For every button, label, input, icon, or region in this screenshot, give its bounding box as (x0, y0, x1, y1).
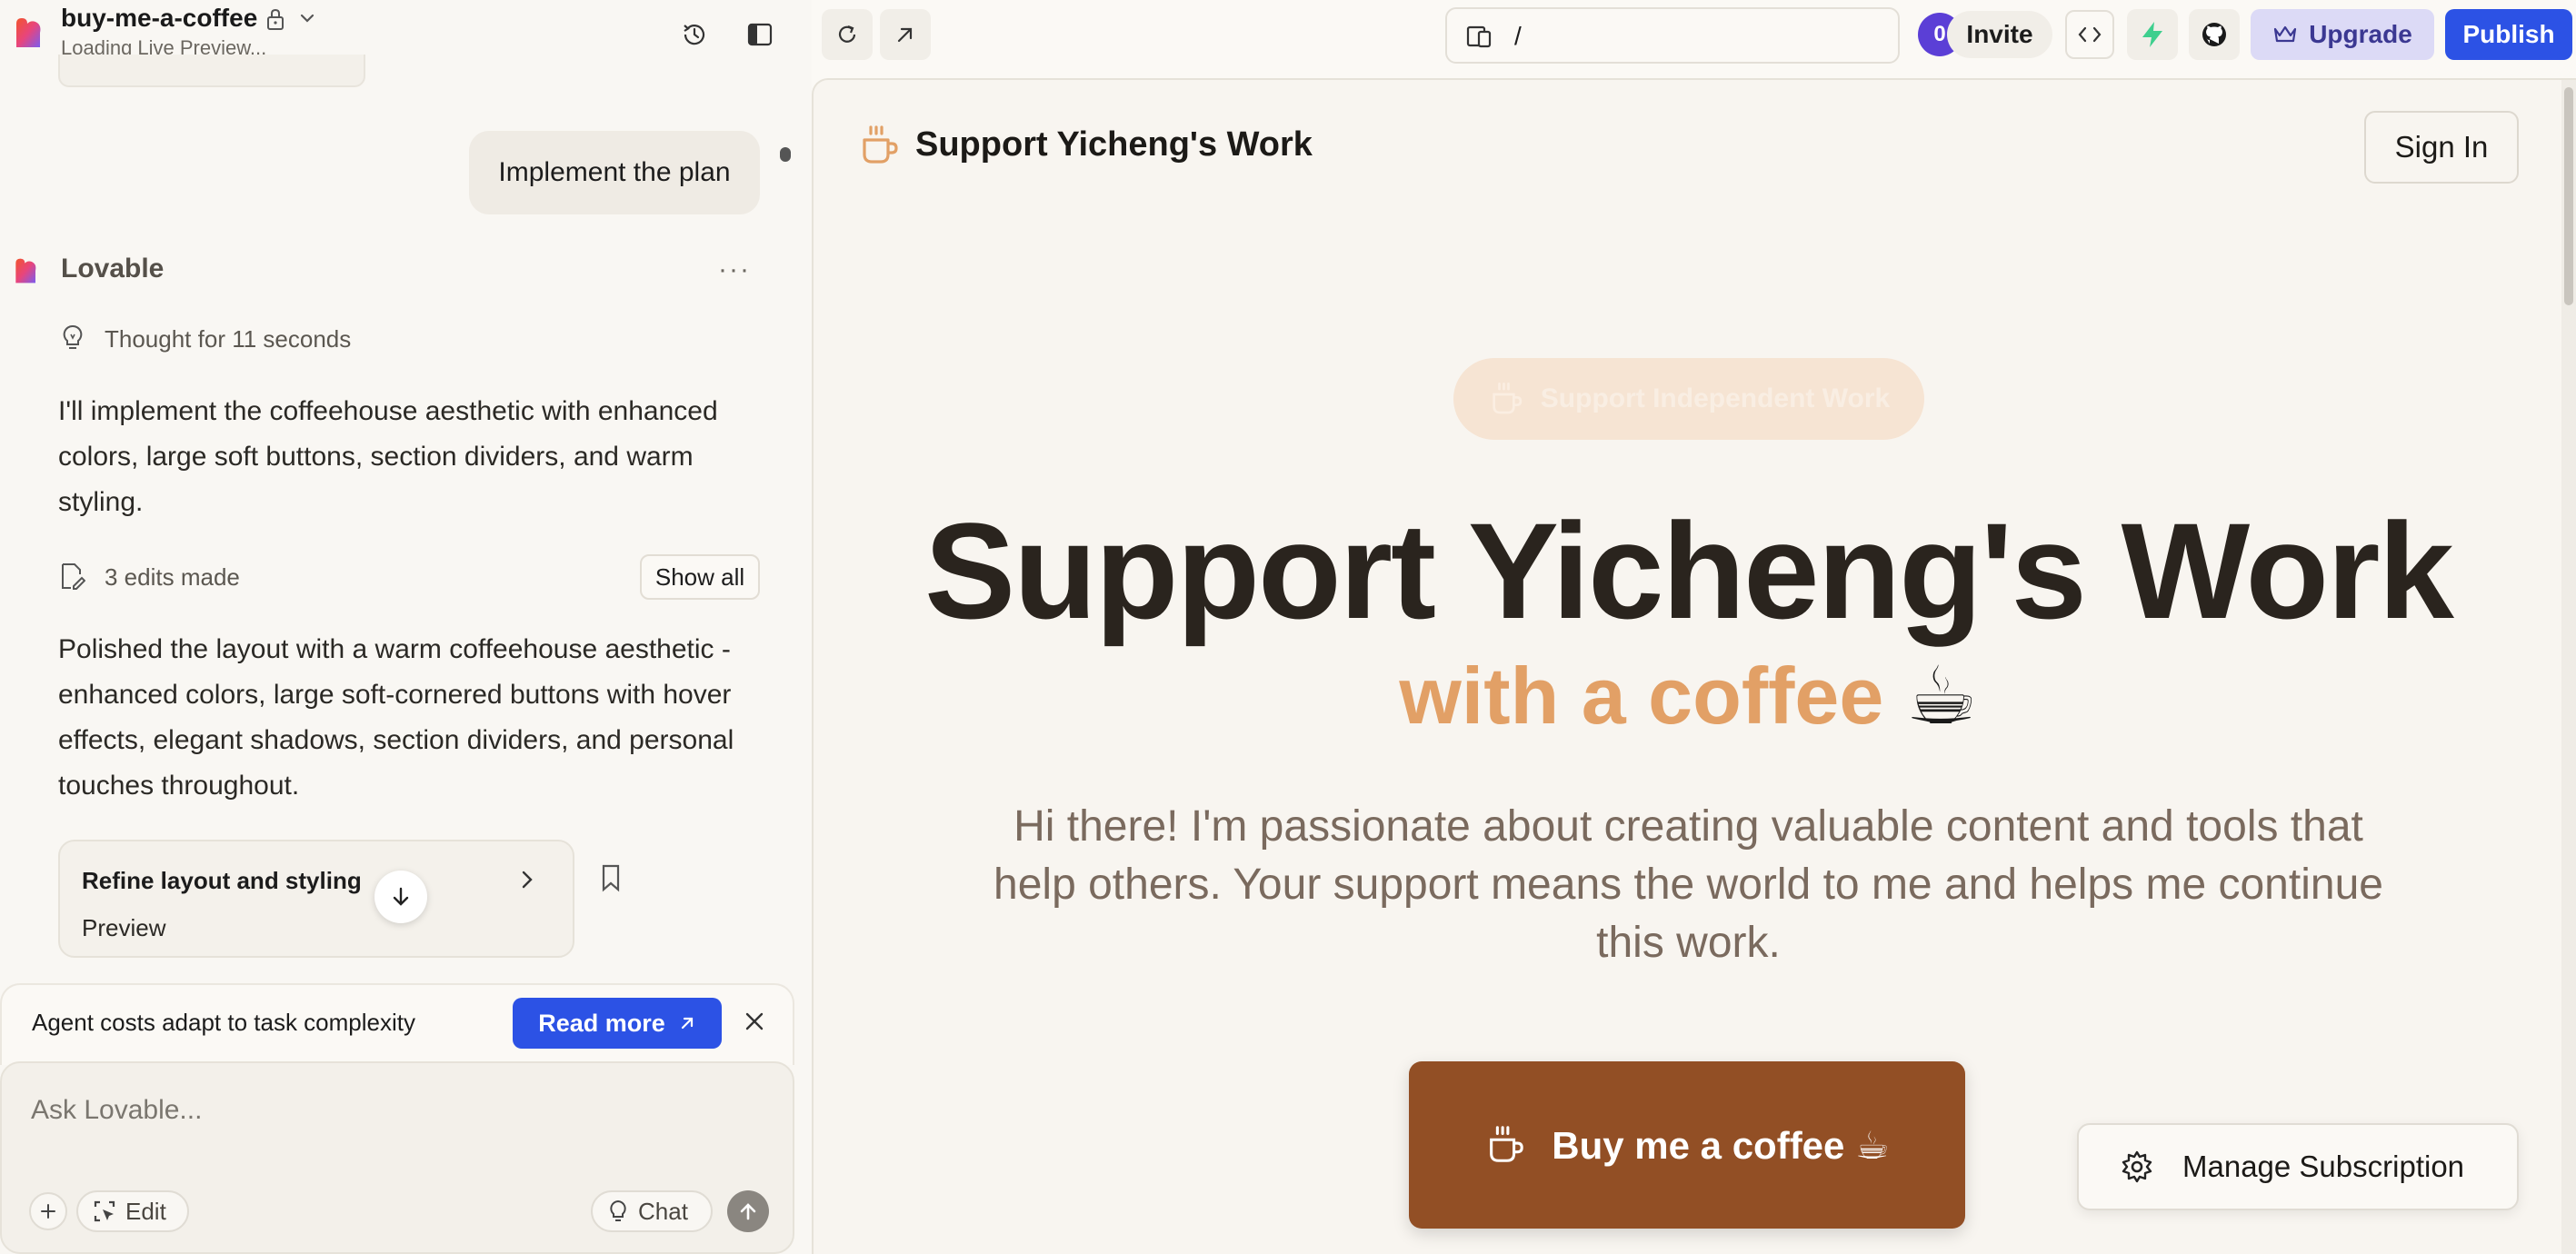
live-preview: Support Yicheng's Work Sign In Support I… (812, 78, 2576, 1254)
buy-coffee-button[interactable]: Buy me a coffee ☕ (1409, 1061, 1965, 1229)
read-more-button[interactable]: Read more (513, 998, 722, 1049)
chat-input[interactable] (31, 1090, 758, 1130)
external-link-icon (897, 27, 913, 43)
select-edit-icon (94, 1200, 115, 1222)
upgrade-label: Upgrade (2309, 20, 2412, 48)
send-button[interactable] (727, 1190, 769, 1232)
device-toggle-icon[interactable] (1465, 24, 1493, 49)
github-icon (2202, 23, 2226, 46)
lightbulb-icon (610, 1199, 626, 1221)
version-card-subtitle: Preview (82, 914, 166, 941)
hero-subtitle-text: with a coffee (1399, 651, 1884, 741)
invite-button[interactable]: Invite (1947, 11, 2052, 58)
manage-subscription-button[interactable]: Manage Subscription (2077, 1123, 2519, 1210)
site-title[interactable]: Support Yicheng's Work (915, 125, 1313, 164)
chat-label: Chat (638, 1197, 688, 1225)
chevron-down-icon[interactable] (296, 7, 318, 29)
coffee-emoji: ☕ (1905, 651, 1978, 741)
version-card-title: Refine layout and styling (82, 867, 362, 894)
scroll-to-bottom-button[interactable] (374, 871, 427, 923)
support-badge: Support Independent Work (1453, 358, 1924, 440)
publish-button[interactable]: Publish (2445, 9, 2572, 60)
preview-scroll-thumb[interactable] (2564, 87, 2573, 305)
version-card[interactable]: Refine layout and styling Preview (58, 840, 574, 958)
project-name[interactable]: buy-me-a-coffee (61, 4, 257, 33)
close-icon[interactable] (742, 1009, 767, 1034)
chat-scrollbar[interactable] (780, 147, 791, 162)
chat-composer: Edit Chat (0, 1061, 794, 1254)
lock-icon (267, 8, 284, 30)
code-icon (2078, 26, 2102, 43)
more-options-icon[interactable]: ··· (718, 254, 751, 285)
crown-icon (2274, 25, 2297, 43)
coffee-cup-icon (1490, 1126, 1524, 1162)
buy-coffee-label: Buy me a coffee ☕ (1552, 1123, 1890, 1167)
preview-scrollbar[interactable] (2561, 80, 2576, 1254)
url-path[interactable]: / (1514, 22, 1522, 51)
notice-text: Agent costs adapt to task complexity (32, 1009, 415, 1036)
previous-message-stub (58, 55, 365, 87)
bolt-icon (2142, 22, 2162, 47)
coffee-cup-icon (863, 125, 898, 164)
external-arrow-icon (681, 1017, 693, 1030)
refresh-icon (838, 25, 856, 43)
edit-file-icon (62, 563, 85, 590)
sidebar-toggle-button[interactable] (740, 15, 780, 55)
lightbulb-icon (63, 324, 83, 349)
history-icon (684, 25, 705, 45)
assistant-paragraph-2: Polished the layout with a warm coffeeho… (58, 634, 734, 801)
history-button[interactable] (674, 15, 714, 55)
hero-description: Hi there! I'm passionate about creating … (993, 802, 2383, 967)
edits-summary: 3 edits made (105, 563, 240, 591)
plus-icon (41, 1204, 55, 1219)
thought-duration[interactable]: Thought for 11 seconds (105, 325, 351, 353)
coffee-cup-icon (1493, 383, 1522, 414)
refresh-button[interactable] (822, 9, 873, 60)
chat-panel: buy-me-a-coffee Loading Live Preview... … (0, 0, 812, 1254)
assistant-name: Lovable (61, 254, 165, 284)
sidebar-toggle-icon (747, 23, 773, 46)
chat-mode-button[interactable]: Chat (591, 1190, 713, 1232)
hero-subtitle: with a coffee ☕ (814, 649, 2563, 742)
upgrade-button[interactable]: Upgrade (2251, 9, 2434, 60)
hero-title: Support Yicheng's Work (924, 494, 2454, 647)
manage-subscription-label: Manage Subscription (2182, 1150, 2465, 1183)
open-in-new-tab-button[interactable] (880, 9, 931, 60)
show-all-button[interactable]: Show all (640, 554, 760, 600)
attach-button[interactable] (29, 1192, 67, 1230)
cost-notice: Agent costs adapt to task complexity Rea… (0, 983, 794, 1065)
lovable-avatar-icon (15, 258, 36, 284)
bookmark-icon[interactable] (600, 863, 622, 892)
edit-mode-button[interactable]: Edit (76, 1190, 189, 1232)
github-button[interactable] (2189, 9, 2240, 60)
lovable-logo-icon[interactable] (13, 16, 45, 49)
user-message: Implement the plan (469, 131, 760, 214)
chevron-right-icon (522, 871, 533, 889)
arrow-down-icon (393, 887, 409, 906)
gear-icon (2122, 1150, 2152, 1183)
sign-in-button[interactable]: Sign In (2364, 111, 2519, 184)
code-button[interactable] (2065, 10, 2114, 59)
supabase-button[interactable] (2127, 9, 2178, 60)
edit-label: Edit (125, 1197, 166, 1225)
read-more-label: Read more (538, 1009, 665, 1037)
badge-label: Support Independent Work (1540, 383, 1891, 413)
arrow-up-icon (740, 1203, 756, 1220)
preview-url-bar[interactable]: / (1445, 7, 1900, 64)
assistant-paragraph-1: I'll implement the coffeehouse aesthetic… (58, 396, 718, 517)
